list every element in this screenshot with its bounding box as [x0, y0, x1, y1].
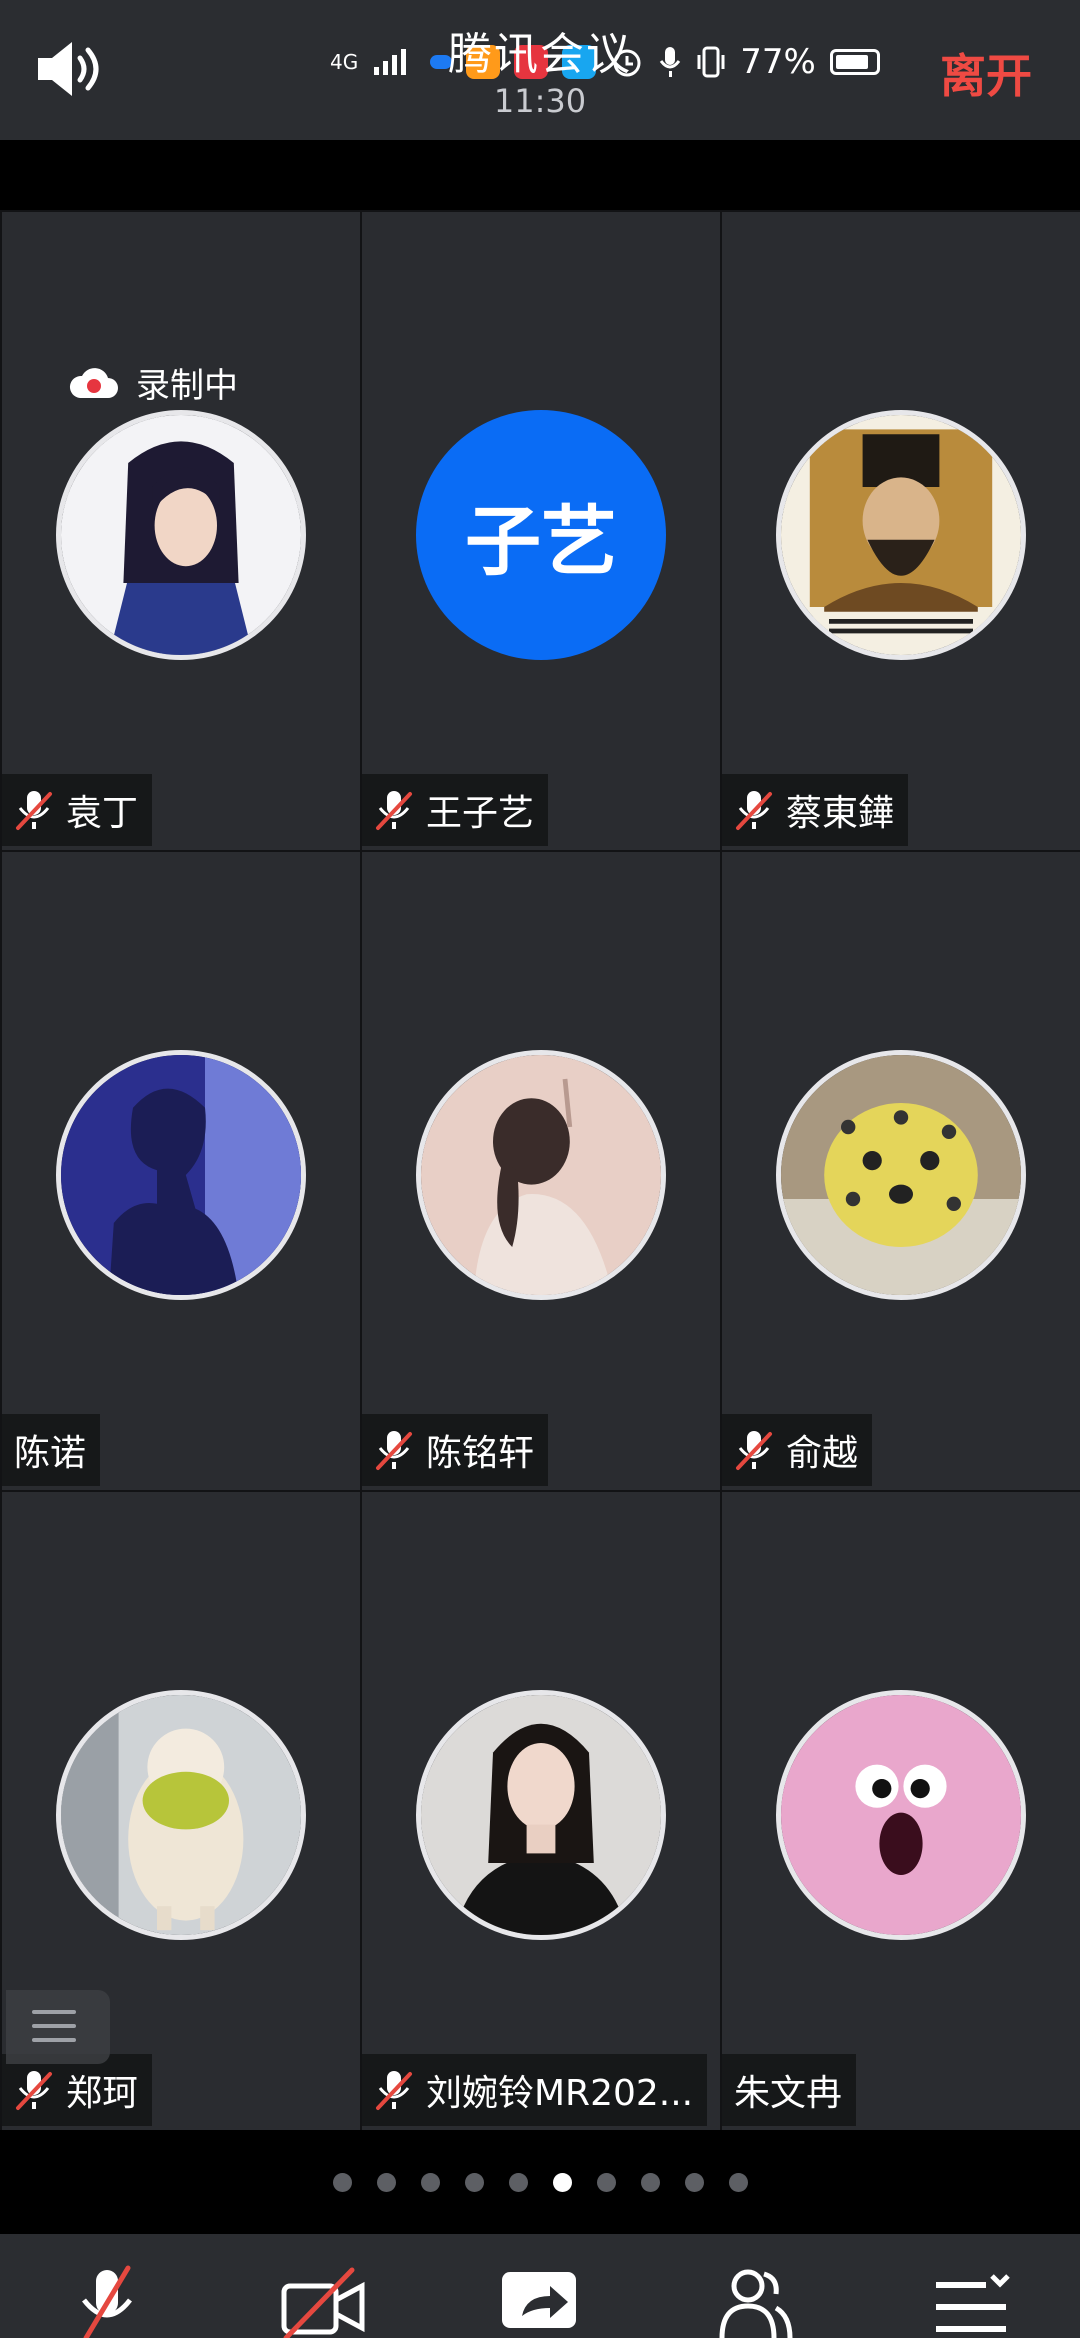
participant-tile[interactable]: 陈铭轩 [360, 850, 720, 1490]
participant-name: 朱文冉 [734, 2073, 843, 2114]
recording-label: 录制中 [136, 366, 238, 406]
participant-nameplate: 陈铭轩 [362, 1414, 549, 1486]
camera-off-icon [281, 2267, 365, 2338]
participant-avatar [776, 410, 1026, 660]
participant-avatar-initials: 子艺 [416, 410, 666, 660]
camera-toggle-button[interactable] [278, 2264, 368, 2338]
page-dot[interactable] [508, 2172, 528, 2192]
cloud-record-icon [69, 367, 118, 398]
participants-button[interactable] [710, 2264, 800, 2338]
participant-name: 陈铭轩 [426, 1433, 535, 1474]
participant-avatar [416, 1050, 666, 1300]
participant-tile[interactable]: 陈诺 [0, 850, 360, 1490]
participant-name: 陈诺 [14, 1433, 87, 1474]
participant-avatar [56, 1050, 306, 1300]
participant-name: 郑珂 [66, 2073, 139, 2114]
mic-muted-icon [736, 791, 772, 830]
mic-muted-icon [82, 2265, 132, 2338]
participant-avatar [416, 1690, 666, 1940]
participant-tile[interactable]: 蔡東鏵 [720, 210, 1080, 850]
mic-muted-icon [16, 791, 52, 830]
leave-button[interactable]: 离开 [940, 40, 1032, 106]
page-dot[interactable] [464, 2172, 484, 2192]
participant-tile[interactable]: 俞越 [720, 850, 1080, 1490]
participant-nameplate: 俞越 [722, 1414, 873, 1486]
meeting-time: 11:30 [493, 82, 587, 120]
page-dot[interactable] [596, 2172, 616, 2192]
page-dot-active[interactable] [552, 2172, 572, 2192]
more-menu-button[interactable] [926, 2264, 1016, 2338]
participant-avatar [776, 1690, 1026, 1940]
page-dot[interactable] [420, 2172, 440, 2192]
top-bar: 4G 77% 腾讯会议 11:30 离开 [0, 0, 1080, 140]
share-screen-icon [502, 2272, 576, 2328]
participant-name: 王子艺 [426, 793, 535, 834]
mic-toggle-button[interactable] [62, 2264, 152, 2338]
participant-nameplate: 朱文冉 [722, 2054, 857, 2126]
recording-indicator: 录制中 [68, 358, 238, 407]
mic-muted-icon [16, 2071, 52, 2110]
page-indicator[interactable] [0, 2130, 1080, 2234]
participant-grid: 录制中 袁丁 子艺 王子艺 蔡東鏵 陈诺 陈铭轩 俞越 郑珂 刘婉铃MR202.… [0, 210, 1080, 2130]
participant-tile[interactable]: 子艺 王子艺 [360, 210, 720, 850]
page-dot[interactable] [332, 2172, 352, 2192]
participant-tile[interactable]: 朱文冉 [720, 1490, 1080, 2130]
participant-nameplate: 刘婉铃MR202... [362, 2054, 708, 2126]
participant-nameplate: 王子艺 [362, 774, 549, 846]
participant-tile[interactable]: 郑珂 [0, 1490, 360, 2130]
participant-name: 俞越 [786, 1433, 859, 1474]
page-dot[interactable] [376, 2172, 396, 2192]
participants-icon [719, 2269, 793, 2338]
participant-name: 蔡東鏵 [786, 793, 895, 834]
mic-muted-icon [376, 791, 412, 830]
mic-muted-icon [736, 1431, 772, 1470]
participant-tile[interactable]: 刘婉铃MR202... [360, 1490, 720, 2130]
share-screen-button[interactable] [494, 2264, 584, 2338]
participant-avatar [56, 410, 306, 660]
page-dot[interactable] [684, 2172, 704, 2192]
participant-nameplate: 陈诺 [2, 1414, 101, 1486]
floating-menu-handle[interactable] [6, 1990, 110, 2064]
participant-nameplate: 蔡東鏵 [722, 774, 909, 846]
participant-avatar [56, 1690, 306, 1940]
mic-muted-icon [376, 2071, 412, 2110]
participant-tile[interactable]: 录制中 袁丁 [0, 210, 360, 850]
page-dot[interactable] [728, 2172, 748, 2192]
participant-nameplate: 郑珂 [2, 2054, 153, 2126]
more-menu-icon [936, 2274, 1010, 2332]
participant-nameplate: 袁丁 [2, 774, 153, 846]
participant-name: 刘婉铃MR202... [426, 2073, 694, 2114]
participant-name: 袁丁 [66, 793, 139, 834]
bottom-toolbar [0, 2234, 1080, 2338]
page-dot[interactable] [640, 2172, 660, 2192]
meeting-title: 腾讯会议 [448, 29, 632, 80]
mic-muted-icon [376, 1431, 412, 1470]
participant-avatar [776, 1050, 1026, 1300]
